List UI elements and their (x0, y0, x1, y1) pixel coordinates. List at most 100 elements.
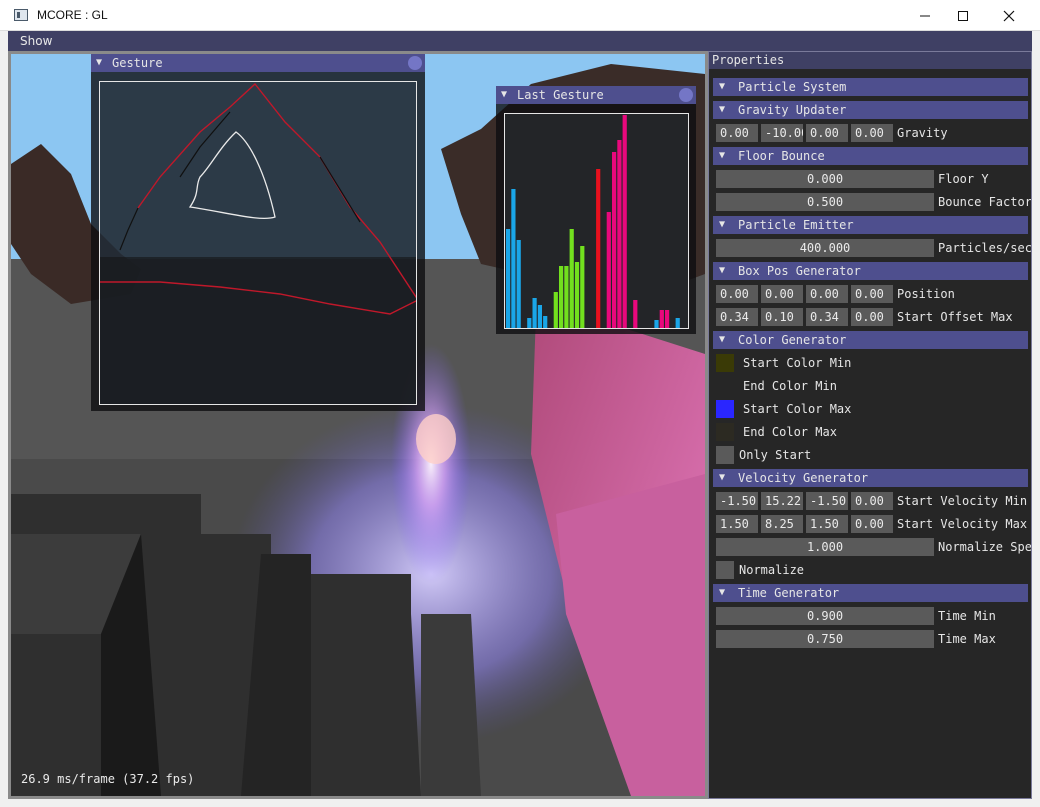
triangle-down-icon: ▼ (719, 265, 726, 276)
header-particle-system[interactable]: ▼ Particle System (713, 78, 1028, 96)
start-color-min-swatch[interactable] (716, 354, 734, 372)
start-color-max-label: Start Color Max (743, 402, 852, 416)
histogram-bar (617, 140, 622, 328)
histogram-bar (633, 300, 638, 328)
last-gesture-panel-title: Last Gesture (517, 88, 604, 102)
start-offset-z-field[interactable]: 0.34 (806, 308, 848, 326)
close-button[interactable] (986, 0, 1032, 31)
normalize-label: Normalize (739, 563, 805, 577)
histogram-bar (569, 229, 574, 328)
histogram-bar (511, 189, 516, 328)
menu-show[interactable]: Show (20, 34, 52, 48)
start-offset-y-field[interactable]: 0.10 (761, 308, 803, 326)
start-velocity-max-z-field[interactable]: 1.50 (806, 515, 848, 533)
close-icon (1003, 10, 1015, 21)
histogram-bar (654, 320, 659, 328)
bounce-factor-label: Bounce Factor (938, 195, 1032, 209)
normalize-speed-slider[interactable]: 1.000 (716, 538, 934, 556)
triangle-down-icon[interactable]: ▼ (501, 89, 507, 100)
time-max-label: Time Max (938, 632, 996, 646)
header-box-pos-generator[interactable]: ▼ Box Pos Generator (713, 262, 1028, 280)
histogram-bar (543, 316, 548, 328)
time-min-slider[interactable]: 0.900 (716, 607, 934, 625)
triangle-down-icon: ▼ (719, 334, 726, 345)
histogram-bar (553, 292, 558, 328)
histogram-bar (665, 310, 670, 328)
window-bottom-border (0, 799, 1040, 807)
header-color-generator[interactable]: ▼ Color Generator (713, 331, 1028, 349)
gesture-panel-titlebar[interactable]: ▼ Gesture (91, 54, 425, 72)
header-time-generator[interactable]: ▼ Time Generator (713, 584, 1028, 602)
triangle-down-icon: ▼ (719, 219, 726, 230)
particles-per-sec-label: Particles/sec (938, 241, 1032, 255)
triangle-down-icon: ▼ (719, 81, 726, 92)
histogram-bar (516, 240, 521, 328)
triangle-down-icon: ▼ (719, 150, 726, 161)
start-velocity-max-x-field[interactable]: 1.50 (716, 515, 758, 533)
last-gesture-panel[interactable]: ▼ Last Gesture (496, 86, 696, 334)
start-velocity-min-w-field[interactable]: 0.00 (851, 492, 893, 510)
properties-panel: Properties ▼ Particle System ▼ Gravity U… (708, 51, 1032, 799)
start-offset-max-label: Start Offset Max (897, 310, 1013, 324)
bounce-factor-slider[interactable]: 0.500 (716, 193, 934, 211)
start-color-min-label: Start Color Min (743, 356, 852, 370)
gravity-y-field[interactable]: -10.00 (761, 124, 803, 142)
start-velocity-min-y-field[interactable]: 15.22 (761, 492, 803, 510)
start-velocity-max-label: Start Velocity Max (897, 517, 1028, 531)
header-floor-bounce[interactable]: ▼ Floor Bounce (713, 147, 1028, 165)
position-label: Position (897, 287, 955, 301)
normalize-speed-label: Normalize Speed (938, 540, 1032, 554)
end-color-min-swatch[interactable] (716, 377, 734, 395)
circle-close-icon[interactable] (679, 88, 693, 102)
start-offset-w-field[interactable]: 0.00 (851, 308, 893, 326)
gravity-x-field[interactable]: 0.00 (716, 124, 758, 142)
floor-y-slider[interactable]: 0.000 (716, 170, 934, 188)
window-title: MCORE : GL (37, 8, 108, 22)
histogram-bar (506, 229, 511, 328)
normalize-checkbox[interactable] (716, 561, 734, 579)
histogram-bar (659, 310, 664, 328)
position-y-field[interactable]: 0.00 (761, 285, 803, 303)
histogram-bar (532, 298, 537, 328)
position-w-field[interactable]: 0.00 (851, 285, 893, 303)
window-right-border (1032, 31, 1040, 799)
end-color-max-label: End Color Max (743, 425, 837, 439)
position-z-field[interactable]: 0.00 (806, 285, 848, 303)
only-start-label: Only Start (739, 448, 812, 462)
start-velocity-max-w-field[interactable]: 0.00 (851, 515, 893, 533)
particles-per-sec-slider[interactable]: 400.000 (716, 239, 934, 257)
histogram-bar (559, 266, 564, 328)
start-color-max-swatch[interactable] (716, 400, 734, 418)
gesture-panel-title: Gesture (112, 56, 163, 70)
last-gesture-histogram (504, 113, 689, 329)
header-particle-emitter[interactable]: ▼ Particle Emitter (713, 216, 1028, 234)
header-gravity-updater[interactable]: ▼ Gravity Updater (713, 101, 1028, 119)
app-icon (14, 9, 28, 21)
minimize-icon (920, 15, 930, 16)
start-velocity-min-x-field[interactable]: -1.50 (716, 492, 758, 510)
histogram-bar (564, 266, 569, 328)
gesture-panel[interactable]: ▼ Gesture (91, 54, 425, 411)
header-velocity-generator[interactable]: ▼ Velocity Generator (713, 469, 1028, 487)
triangle-down-icon[interactable]: ▼ (96, 57, 102, 68)
circle-close-icon[interactable] (408, 56, 422, 70)
start-velocity-min-label: Start Velocity Min (897, 494, 1028, 508)
histogram-bar (675, 318, 680, 328)
end-color-max-swatch[interactable] (716, 423, 734, 441)
start-velocity-min-z-field[interactable]: -1.50 (806, 492, 848, 510)
position-x-field[interactable]: 0.00 (716, 285, 758, 303)
time-max-slider[interactable]: 0.750 (716, 630, 934, 648)
last-gesture-panel-titlebar[interactable]: ▼ Last Gesture (496, 86, 696, 104)
gesture-canvas[interactable] (99, 81, 417, 405)
histogram-bar (596, 169, 601, 328)
gravity-w-field[interactable]: 0.00 (851, 124, 893, 142)
maximize-button[interactable] (940, 0, 986, 31)
histogram-bar (606, 212, 611, 328)
gravity-z-field[interactable]: 0.00 (806, 124, 848, 142)
menu-bar: Show (8, 31, 1032, 51)
histogram-bar (537, 305, 542, 328)
only-start-checkbox[interactable] (716, 446, 734, 464)
triangle-down-icon: ▼ (719, 472, 726, 483)
start-offset-x-field[interactable]: 0.34 (716, 308, 758, 326)
start-velocity-max-y-field[interactable]: 8.25 (761, 515, 803, 533)
